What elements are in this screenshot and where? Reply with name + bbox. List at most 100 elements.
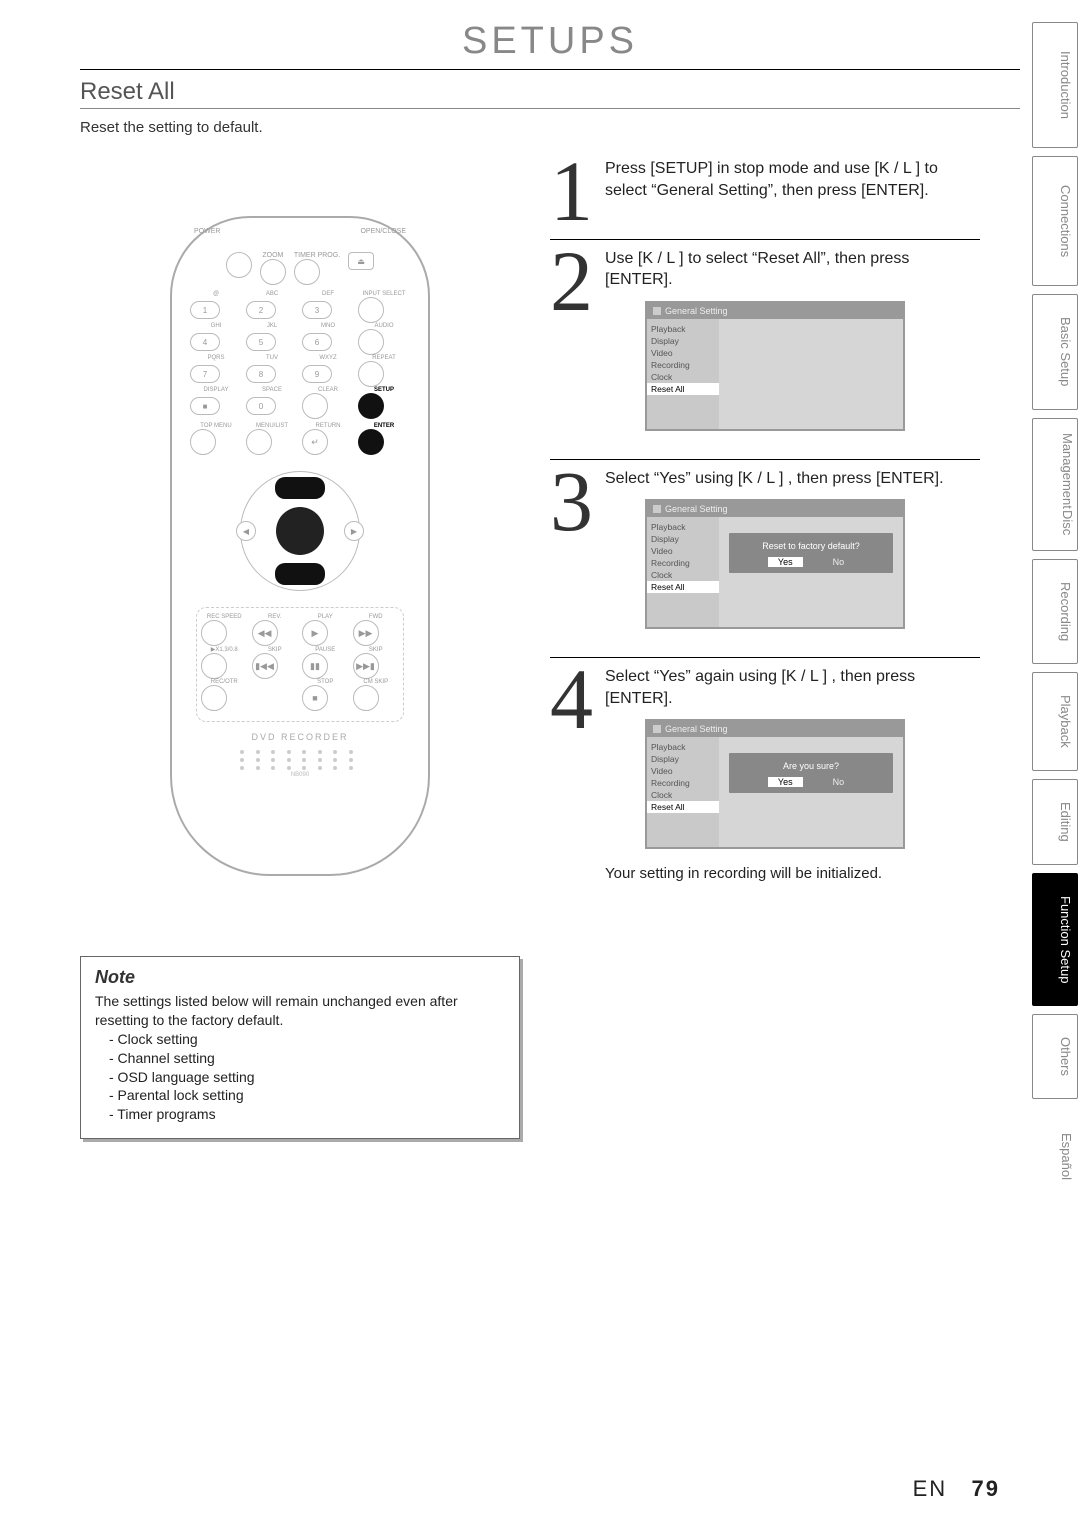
osd-title: General Setting: [665, 504, 728, 514]
osd-menu-item: Clock: [647, 371, 719, 383]
label-clear: CLEAR: [302, 387, 354, 393]
osd-menu-item: Video: [647, 765, 719, 777]
skip-fwd-button-icon: ▶▶▮: [353, 653, 379, 679]
tab-basic-setup[interactable]: Basic Setup: [1032, 294, 1078, 409]
rev-button-icon: ◀◀: [252, 620, 278, 646]
osd-menu-item-selected: Reset All: [647, 383, 719, 395]
osd-title: General Setting: [665, 306, 728, 316]
display-button-icon: ■: [190, 397, 220, 415]
label-display: DISPLAY: [190, 387, 242, 393]
step-4-number: 4: [550, 664, 593, 882]
subheading: Reset All: [80, 78, 1020, 106]
osd-menu-item: Video: [647, 347, 719, 359]
tab-function-setup[interactable]: Function Setup: [1032, 873, 1078, 1006]
page-footer: EN 79: [913, 1476, 1000, 1502]
step-2-text: Use [K / L ] to select “Reset All”, then…: [605, 246, 980, 291]
osd-menu-item: Playback: [647, 521, 719, 533]
tab-playback[interactable]: Playback: [1032, 672, 1078, 771]
tab-recording[interactable]: Recording: [1032, 559, 1078, 664]
tab-editing[interactable]: Editing: [1032, 779, 1078, 865]
label-ghi: GHI: [190, 323, 242, 329]
osd-option-no: No: [823, 557, 855, 567]
note-item: - Channel setting: [109, 1049, 505, 1068]
tab-introduction[interactable]: Introduction: [1032, 22, 1078, 148]
step-1-number: 1: [550, 156, 593, 227]
enter-button-icon: [358, 429, 384, 455]
step-4-text: Select “Yes” again using [K / L ] , then…: [605, 664, 980, 709]
tab-disc-management[interactable]: Management Disc: [1032, 418, 1078, 551]
num-9: 9: [302, 365, 332, 383]
rule-sub: [80, 108, 1020, 109]
label-x13: ▶X1.3/0.8: [201, 646, 248, 653]
label-enter: ENTER: [358, 423, 410, 429]
intro-text: Reset the setting to default.: [80, 119, 1020, 136]
osd-menu-item: Recording: [647, 777, 719, 789]
rec-speed-button-icon: [201, 620, 227, 646]
label-pqrs: PQRS: [190, 355, 242, 361]
tab-others[interactable]: Others: [1032, 1014, 1078, 1099]
osd-menu-item: Display: [647, 753, 719, 765]
label-recotr: REC/OTR: [201, 679, 248, 685]
osd-menu: Playback Display Video Recording Clock R…: [647, 517, 719, 627]
note-item: - Clock setting: [109, 1030, 505, 1049]
osd-menu-item: Display: [647, 335, 719, 347]
osd-menu-item: Playback: [647, 741, 719, 753]
play-button-icon: ▶: [302, 620, 328, 646]
x13-button-icon: [201, 653, 227, 679]
dpad-right-icon: ▶: [344, 521, 364, 541]
zoom-button-icon: [260, 259, 286, 285]
label-power: POWER: [194, 228, 220, 235]
num-6: 6: [302, 333, 332, 351]
menu-list-button-icon: [246, 429, 272, 455]
label-recspeed: REC SPEED: [201, 614, 248, 620]
skip-back-button-icon: ▮◀◀: [252, 653, 278, 679]
osd-option-no: No: [823, 777, 855, 787]
label-audio: AUDIO: [358, 323, 410, 329]
step-2-number: 2: [550, 246, 593, 447]
osd-dialog: Are you sure? Yes No: [729, 753, 893, 793]
osd-menu-item-selected: Reset All: [647, 801, 719, 813]
cm-skip-button-icon: [353, 685, 379, 711]
label-cmskip: CM SKIP: [353, 679, 400, 685]
label-space: SPACE: [246, 387, 298, 393]
label-def: DEF: [302, 291, 354, 297]
timer-prog-button-icon: [294, 259, 320, 285]
osd-menu-item: Display: [647, 533, 719, 545]
osd-dialog: Reset to factory default? Yes No: [729, 533, 893, 573]
stop-button-icon: ■: [302, 685, 328, 711]
osd-dialog-question: Reset to factory default?: [735, 541, 887, 551]
step-3-number: 3: [550, 466, 593, 646]
num-4: 4: [190, 333, 220, 351]
osd-menu-item: Clock: [647, 569, 719, 581]
dpad-down-icon: [275, 563, 325, 585]
power-button-icon: [226, 252, 252, 278]
osd-menu-item: Clock: [647, 789, 719, 801]
remote-model-text: NB090: [190, 772, 410, 778]
num-7: 7: [190, 365, 220, 383]
label-mno: MNO: [302, 323, 354, 329]
audio-button-icon: [358, 329, 384, 355]
note-item: - Timer programs: [109, 1105, 505, 1124]
label-input-select: INPUT SELECT: [358, 291, 410, 297]
tab-connections[interactable]: Connections: [1032, 156, 1078, 286]
rule-top: [80, 69, 1020, 70]
section-title: SETUPS: [80, 20, 1020, 63]
tab-disc-line1: Management: [1035, 433, 1075, 509]
note-box: Note The settings listed below will rema…: [80, 956, 520, 1139]
note-title: Note: [95, 967, 505, 988]
label-tuv: TUV: [246, 355, 298, 361]
osd-screenshot-step4: General Setting Playback Display Video R…: [645, 719, 905, 849]
setup-button-icon: [358, 393, 384, 419]
step-4-after: Your setting in recording will be initia…: [605, 865, 980, 882]
osd-menu-item: Playback: [647, 323, 719, 335]
tab-disc-line2: Disc: [1035, 510, 1075, 535]
pause-button-icon: ▮▮: [302, 653, 328, 679]
label-wxyz: WXYZ: [302, 355, 354, 361]
label-pause: PAUSE: [302, 647, 349, 653]
label-zoom: ZOOM: [260, 252, 286, 259]
tab-espanol[interactable]: Español: [1032, 1107, 1078, 1206]
dpad: ◀ ▶: [230, 461, 370, 601]
num-0: 0: [246, 397, 276, 415]
num-3: 3: [302, 301, 332, 319]
label-return: RETURN: [302, 423, 354, 429]
